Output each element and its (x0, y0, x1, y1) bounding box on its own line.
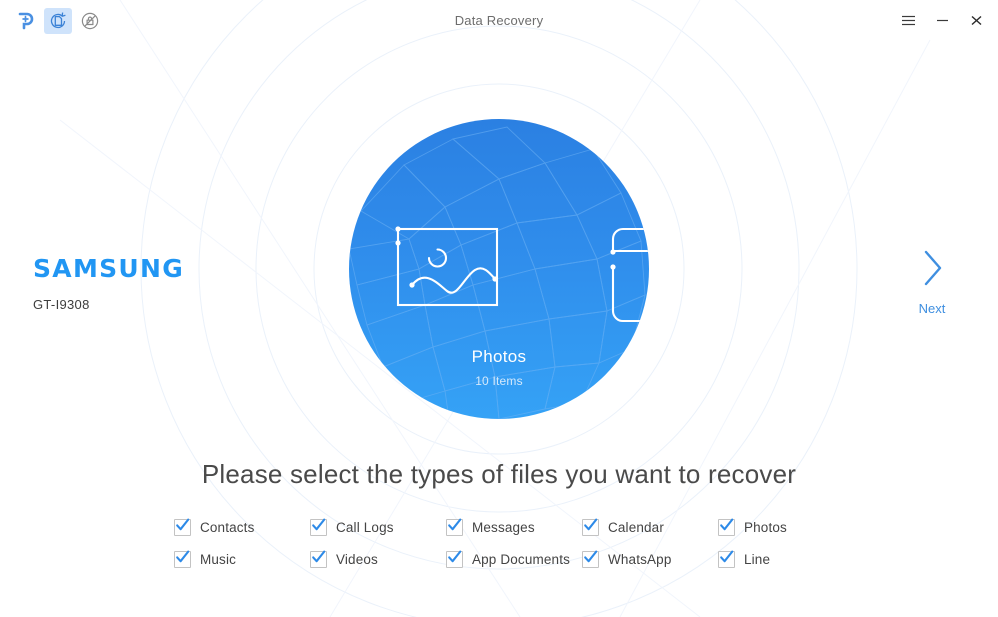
device-model: GT-I9308 (33, 297, 90, 312)
file-type-label: Contacts (200, 519, 255, 535)
file-type-videos[interactable]: Videos (310, 550, 446, 568)
file-type-calendar[interactable]: Calendar (582, 518, 718, 536)
checkbox-checked-icon[interactable] (582, 518, 599, 536)
file-type-whatsapp[interactable]: WhatsApp (582, 550, 718, 568)
next-button[interactable]: Next (902, 246, 962, 316)
checkbox-checked-icon[interactable] (582, 550, 599, 568)
close-button[interactable] (960, 6, 992, 36)
file-type-label: Line (744, 551, 771, 567)
page-title: Please select the types of files you wan… (201, 459, 797, 489)
hero-caption: Photos 10 Items (349, 347, 649, 388)
device-brand: SAMSUNG (33, 254, 185, 283)
file-type-carousel: Photos 10 Items (349, 119, 649, 419)
device-info: SAMSUNG GT-I9308 (33, 256, 184, 312)
file-type-app-documents[interactable]: App Documents (446, 550, 582, 568)
file-type-label: Messages (472, 519, 535, 535)
file-type-label: Photos (744, 519, 787, 535)
file-type-call-logs[interactable]: Call Logs (310, 518, 446, 536)
file-type-row: Contacts Call Logs Messages Calendar Pho… (174, 511, 854, 543)
file-type-label: Videos (336, 551, 378, 567)
chevron-right-icon (924, 250, 942, 286)
file-type-label: Calendar (608, 519, 664, 535)
checkbox-checked-icon[interactable] (310, 518, 327, 536)
next-button-label: Next (918, 301, 946, 316)
menu-button[interactable] (892, 6, 924, 36)
hero-item-count: 10 Items (475, 374, 523, 388)
file-type-music[interactable]: Music (174, 550, 310, 568)
file-type-messages[interactable]: Messages (446, 518, 582, 536)
checkbox-checked-icon[interactable] (174, 550, 191, 568)
checkbox-checked-icon[interactable] (446, 550, 463, 568)
file-type-label: WhatsApp (608, 551, 672, 567)
file-type-label: Call Logs (336, 519, 394, 535)
file-type-row: Music Videos App Documents WhatsApp Line (174, 543, 854, 575)
file-type-contacts[interactable]: Contacts (174, 518, 310, 536)
file-type-label: Music (200, 551, 237, 567)
checkbox-checked-icon[interactable] (718, 550, 735, 568)
window-title: Data Recovery (454, 13, 544, 28)
checkbox-checked-icon[interactable] (446, 518, 463, 536)
file-type-line[interactable]: Line (718, 550, 854, 568)
file-type-label: App Documents (472, 551, 570, 567)
hero-circle: Photos 10 Items (349, 119, 649, 419)
window-controls (892, 0, 992, 41)
title-bar: Data Recovery (0, 0, 998, 41)
checkbox-checked-icon[interactable] (174, 518, 191, 536)
checkbox-checked-icon[interactable] (310, 550, 327, 568)
checkbox-checked-icon[interactable] (718, 518, 735, 536)
file-type-selector: Contacts Call Logs Messages Calendar Pho… (174, 511, 854, 575)
file-type-photos[interactable]: Photos (718, 518, 854, 536)
hero-title: Photos (471, 347, 527, 366)
minimize-button[interactable] (926, 6, 958, 36)
